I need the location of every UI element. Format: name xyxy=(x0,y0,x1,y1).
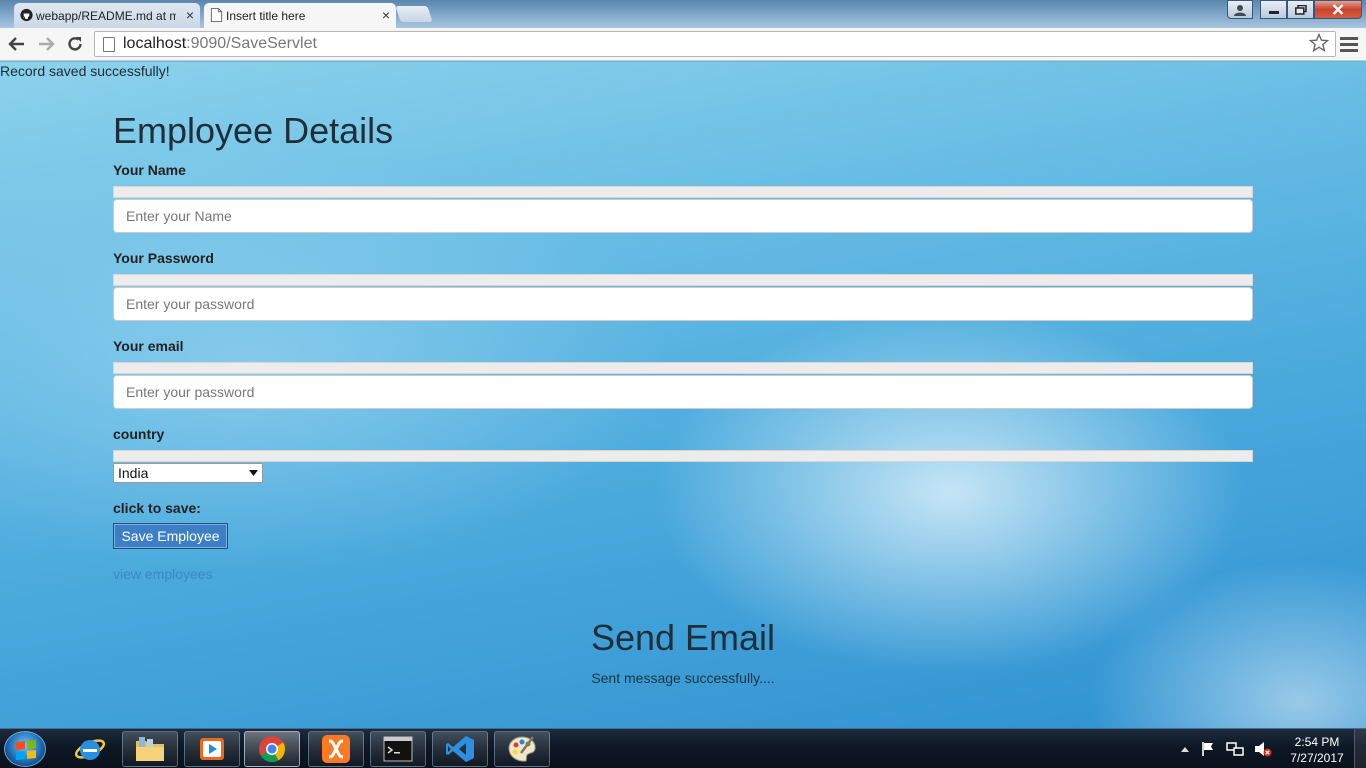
paint-palette-icon xyxy=(508,736,536,762)
chrome-icon xyxy=(259,736,286,763)
save-label: click to save: xyxy=(113,500,201,516)
back-button[interactable] xyxy=(5,32,29,56)
close-tab-icon[interactable]: × xyxy=(382,7,390,23)
forward-button[interactable] xyxy=(34,32,58,56)
country-select[interactable]: India xyxy=(113,463,263,483)
taskbar-command-prompt[interactable] xyxy=(370,731,426,767)
taskbar: 2:54 PM 7/27/2017 xyxy=(0,728,1366,768)
taskbar-visual-studio[interactable] xyxy=(432,731,488,767)
field-bar xyxy=(113,274,1253,286)
close-tab-icon[interactable]: × xyxy=(186,7,194,23)
email-input[interactable] xyxy=(113,375,1253,409)
minimize-button[interactable] xyxy=(1260,0,1287,19)
page-icon xyxy=(210,8,223,22)
taskbar-chrome[interactable] xyxy=(244,731,300,767)
taskbar-clock[interactable]: 2:54 PM 7/27/2017 xyxy=(1286,734,1348,766)
minimize-icon xyxy=(1268,10,1279,14)
tab-label: webapp/README.md at m xyxy=(36,8,176,23)
field-bar xyxy=(113,186,1253,198)
media-player-icon xyxy=(200,738,224,760)
name-label: Your Name xyxy=(113,162,186,178)
password-input[interactable] xyxy=(113,287,1253,321)
clock-date: 7/27/2017 xyxy=(1290,751,1344,765)
name-input[interactable] xyxy=(113,199,1253,233)
clock-time: 2:54 PM xyxy=(1294,735,1340,749)
taskbar-xampp[interactable] xyxy=(308,731,364,767)
page-viewport: Record saved successfully! Employee Deta… xyxy=(0,62,1366,728)
browser-titlebar: webapp/README.md at m × Insert title her… xyxy=(0,0,1366,28)
github-icon xyxy=(20,8,33,22)
password-label: Your Password xyxy=(113,250,214,266)
user-profile-button[interactable] xyxy=(1227,0,1253,19)
person-icon xyxy=(1234,4,1246,16)
volume-muted-icon[interactable] xyxy=(1254,741,1272,757)
arrow-right-icon xyxy=(39,37,55,51)
dropdown-arrow-icon xyxy=(249,470,258,476)
tab-insert-title[interactable]: Insert title here × xyxy=(204,3,396,28)
email-label: Your email xyxy=(113,338,184,354)
url-path: :9090/SaveServlet xyxy=(186,35,317,52)
reload-button[interactable] xyxy=(63,32,87,56)
country-label: country xyxy=(113,426,165,442)
system-tray xyxy=(1180,729,1272,768)
restore-icon xyxy=(1294,4,1307,15)
new-tab-button[interactable] xyxy=(395,6,433,22)
folder-icon xyxy=(136,737,164,761)
country-selected-value: India xyxy=(118,465,149,481)
form-title: Employee Details xyxy=(113,110,394,151)
taskbar-file-explorer[interactable] xyxy=(122,731,178,767)
visual-studio-icon xyxy=(446,736,474,762)
start-button[interactable] xyxy=(4,731,46,767)
view-employees-link[interactable]: view employees xyxy=(113,566,213,582)
close-icon xyxy=(1332,4,1344,15)
hamburger-menu-icon[interactable] xyxy=(1340,33,1358,55)
send-email-title: Send Email xyxy=(590,617,776,658)
reload-icon xyxy=(68,37,82,51)
internet-explorer-icon xyxy=(74,739,106,760)
maximize-button[interactable] xyxy=(1287,0,1314,19)
field-bar xyxy=(113,450,1253,462)
xampp-icon xyxy=(322,735,350,763)
taskbar-paint[interactable] xyxy=(494,731,550,767)
bookmark-star-icon[interactable] xyxy=(1309,33,1329,53)
save-employee-button[interactable]: Save Employee xyxy=(113,523,228,549)
action-center-flag-icon[interactable] xyxy=(1200,741,1216,757)
tab-label: Insert title here xyxy=(226,8,306,23)
network-icon[interactable] xyxy=(1226,741,1244,757)
taskbar-internet-explorer[interactable] xyxy=(62,731,118,767)
terminal-icon xyxy=(383,736,413,762)
close-window-button[interactable] xyxy=(1314,0,1362,19)
windows-logo-icon xyxy=(16,739,36,761)
arrow-left-icon xyxy=(8,37,24,51)
field-bar xyxy=(113,362,1253,374)
record-saved-message: Record saved successfully! xyxy=(0,63,170,79)
address-bar[interactable]: localhost:9090/SaveServlet xyxy=(94,31,1336,57)
taskbar-media-player[interactable] xyxy=(184,731,240,767)
url-host: localhost xyxy=(123,35,187,52)
email-sent-message: Sent message successfully.... xyxy=(591,670,775,686)
browser-toolbar: localhost:9090/SaveServlet xyxy=(0,28,1366,61)
show-desktop-button[interactable] xyxy=(1354,729,1366,768)
page-icon xyxy=(103,36,115,52)
show-hidden-icons-icon[interactable] xyxy=(1180,745,1190,753)
tab-github-readme[interactable]: webapp/README.md at m × xyxy=(14,3,200,28)
